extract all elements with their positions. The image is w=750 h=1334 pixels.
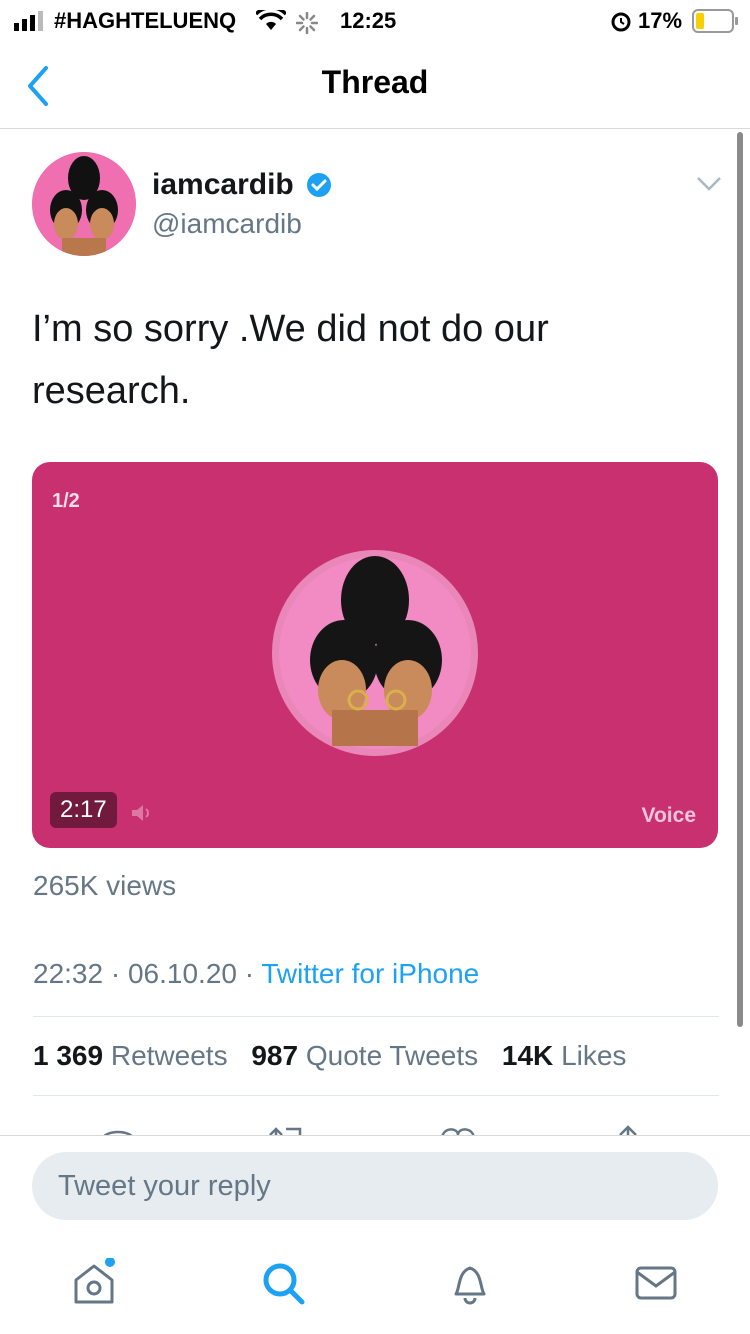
chevron-down-icon bbox=[697, 177, 721, 191]
divider bbox=[33, 1095, 719, 1096]
scrollbar[interactable] bbox=[737, 132, 743, 1027]
tweet-time: 22:32 bbox=[33, 958, 104, 989]
tab-notifications[interactable] bbox=[446, 1258, 496, 1308]
tweet-actions bbox=[0, 1115, 750, 1135]
loading-spinner-icon bbox=[296, 12, 318, 34]
retweets-stat[interactable]: 1 369 Retweets bbox=[33, 1040, 228, 1071]
notifications-icon bbox=[454, 1266, 486, 1305]
alarm-icon bbox=[611, 12, 631, 32]
cover-art-image bbox=[272, 550, 478, 756]
search-icon bbox=[263, 1263, 305, 1305]
avatar[interactable] bbox=[32, 152, 136, 256]
retweet-button[interactable] bbox=[266, 1121, 306, 1135]
share-icon bbox=[619, 1125, 637, 1135]
divider bbox=[33, 1016, 719, 1017]
retweet-icon bbox=[269, 1127, 302, 1135]
audio-duration: 2:17 bbox=[50, 792, 117, 828]
verified-badge-icon bbox=[307, 173, 332, 197]
tab-messages[interactable] bbox=[632, 1258, 682, 1308]
page-title: Thread bbox=[321, 64, 429, 100]
avatar-artwork bbox=[32, 152, 136, 256]
reply-input[interactable]: Tweet your reply bbox=[32, 1152, 718, 1220]
speaker-muted-icon[interactable] bbox=[130, 802, 150, 824]
status-bar: #HAGHTELUENQ 12:25 17% bbox=[0, 0, 750, 44]
engagement-stats: 1 369 Retweets 987 Quote Tweets 14K Like… bbox=[33, 1040, 642, 1072]
tweet-text: I’m so sorry .We did not do our research… bbox=[32, 308, 549, 412]
tweet-date: 06.10.20 bbox=[127, 958, 237, 989]
like-button[interactable] bbox=[438, 1121, 478, 1135]
signal-icon bbox=[14, 11, 43, 31]
more-options-button[interactable] bbox=[694, 170, 724, 196]
user-handle[interactable]: @iamcardib bbox=[152, 208, 302, 240]
tab-search[interactable] bbox=[258, 1258, 308, 1308]
reply-icon bbox=[103, 1130, 133, 1135]
tab-home[interactable] bbox=[70, 1257, 120, 1308]
nav-bar: Thread bbox=[0, 44, 750, 129]
wifi-icon bbox=[256, 10, 286, 30]
display-name[interactable]: iamcardib bbox=[152, 168, 332, 202]
media-type-label: Voice bbox=[641, 804, 696, 827]
likes-stat[interactable]: 14K Likes bbox=[502, 1040, 627, 1071]
media-counter: 1/2 bbox=[52, 490, 80, 512]
reply-placeholder: Tweet your reply bbox=[58, 1170, 271, 1202]
voice-media-card[interactable]: 1/2 2:17 Voice bbox=[32, 462, 718, 848]
view-count: 265K views bbox=[33, 870, 177, 901]
messages-icon bbox=[635, 1266, 677, 1300]
tweet-source-link[interactable]: Twitter for iPhone bbox=[261, 958, 479, 989]
battery-icon bbox=[692, 9, 738, 33]
reply-button[interactable] bbox=[98, 1121, 138, 1135]
carrier-label: #HAGHTELUENQ bbox=[54, 8, 237, 33]
tweet-meta: 22:32 · 06.10.20 · Twitter for iPhone bbox=[33, 958, 480, 989]
home-icon bbox=[74, 1257, 115, 1304]
battery-percent: 17% bbox=[638, 8, 683, 33]
share-button[interactable] bbox=[608, 1121, 648, 1135]
heart-icon bbox=[441, 1128, 475, 1135]
clock: 12:25 bbox=[340, 8, 397, 33]
quote-tweets-stat[interactable]: 987 Quote Tweets bbox=[251, 1040, 478, 1071]
reply-bar-divider bbox=[0, 1135, 750, 1136]
